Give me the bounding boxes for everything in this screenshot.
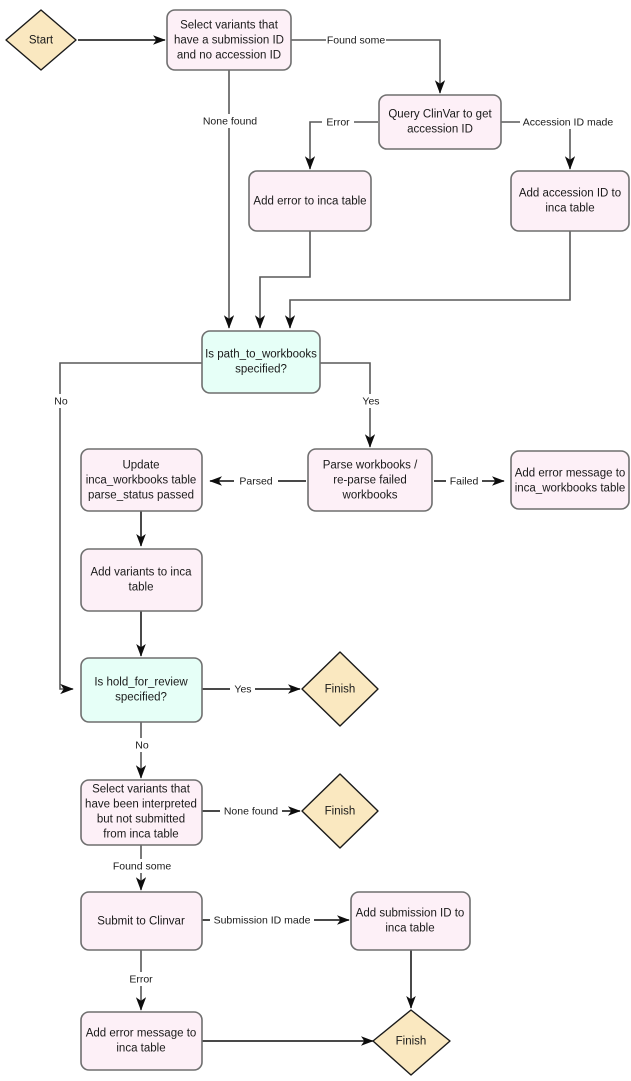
is-hold-shape — [80, 657, 203, 723]
add-err-inca2-shape — [80, 1011, 203, 1071]
add-accession-line-2: inca table — [545, 203, 594, 215]
edge-label-found-some-2: Found some — [113, 860, 172, 872]
select-interp-line-3: but not submitted — [97, 814, 185, 826]
edge-label-failed: Failed — [450, 475, 479, 487]
node-select-interpreted[interactable]: Select variants that have been interpret… — [80, 779, 203, 846]
is-path-shape — [201, 330, 321, 394]
add-submission-shape — [350, 891, 471, 951]
add-err-inca2-line-2: inca table — [116, 1043, 165, 1055]
add-err-wb-line-2: inca_workbooks table — [515, 483, 626, 495]
add-variants-line-2: table — [129, 582, 154, 594]
edge-label-error-1: Error — [326, 116, 350, 128]
edge-label-none-found-2: None found — [224, 805, 278, 817]
node-select-variants[interactable]: Select variants that have a submission I… — [166, 9, 292, 71]
submit-clinvar-line-1: Submit to Clinvar — [97, 916, 185, 928]
edge-label-none-found-1: None found — [203, 115, 257, 127]
select-interp-line-1: Select variants that — [92, 784, 191, 796]
update-wb-line-3: parse_status passed — [88, 490, 194, 502]
finish-end-label: Finish — [396, 1036, 427, 1048]
edge-label-error-2: Error — [129, 973, 153, 985]
is-path-line-1: Is path_to_workbooks — [205, 349, 317, 361]
update-wb-line-2: inca_workbooks table — [86, 475, 197, 487]
node-query-clinvar[interactable]: Query ClinVar to get accession ID — [378, 94, 502, 150]
is-hold-line-2: specified? — [115, 692, 167, 704]
edge-select-variants-to-query-clinvar — [291, 39, 446, 94]
node-finish-hold[interactable]: Finish — [301, 651, 379, 727]
node-submit-to-clinvar[interactable]: Submit to Clinvar — [80, 891, 203, 951]
edge-is-path-no-to-is-hold — [59, 362, 202, 695]
node-is-path-to-workbooks[interactable]: Is path_to_workbooks specified? — [201, 330, 321, 394]
add-err-wb-line-1: Add error message to — [515, 468, 626, 480]
add-variants-shape — [80, 548, 203, 612]
add-variants-line-1: Add variants to inca — [90, 567, 192, 579]
query-clinvar-shape — [378, 94, 502, 150]
edge-label-accession-id-made: Accession ID made — [523, 116, 614, 128]
is-hold-line-1: Is hold_for_review — [94, 677, 188, 689]
node-add-error-message-workbooks[interactable]: Add error message to inca_workbooks tabl… — [510, 450, 630, 510]
select-variants-line-3: and no accession ID — [177, 50, 281, 62]
node-add-accession-id[interactable]: Add accession ID to inca table — [510, 170, 630, 232]
node-parse-workbooks[interactable]: Parse workbooks / re-parse failed workbo… — [307, 448, 433, 512]
finish-none-label: Finish — [325, 806, 356, 818]
edge-label-no-2: No — [135, 739, 149, 751]
edge-add-error-to-is-path — [254, 231, 311, 329]
add-err-wb-shape — [510, 450, 630, 510]
add-submission-line-2: inca table — [385, 923, 434, 935]
node-add-submission-id[interactable]: Add submission ID to inca table — [350, 891, 471, 951]
finish-hold-label: Finish — [325, 684, 356, 696]
edge-add-accession-to-is-path — [284, 231, 571, 329]
add-err-inca2-line-1: Add error message to — [86, 1028, 197, 1040]
add-submission-line-1: Add submission ID to — [356, 908, 465, 920]
edge-label-no-1: No — [54, 395, 68, 407]
node-finish-end[interactable]: Finish — [372, 1009, 451, 1076]
node-add-error-to-inca-table[interactable]: Add error to inca table — [248, 170, 372, 232]
flowchart-svg: Start Select variants that have a submis… — [5, 9, 630, 1076]
node-update-inca-workbooks[interactable]: Update inca_workbooks table parse_status… — [80, 448, 203, 512]
add-accession-line-1: Add accession ID to — [519, 188, 621, 200]
node-add-error-message-inca[interactable]: Add error message to inca table — [80, 1011, 203, 1071]
start-label: Start — [29, 35, 54, 47]
query-clinvar-line-1: Query ClinVar to get — [388, 109, 492, 121]
node-start[interactable]: Start — [5, 9, 77, 71]
select-interp-line-2: have been interpreted — [85, 799, 197, 811]
select-interp-line-4: from inca table — [103, 829, 178, 841]
flowchart-canvas: Start Select variants that have a submis… — [0, 0, 631, 1081]
edge-query-clinvar-to-add-accession — [501, 121, 576, 170]
add-error-inca-line-1: Add error to inca table — [253, 196, 366, 208]
edge-label-found-some-1: Found some — [327, 34, 386, 46]
edge-label-submission-id-made: Submission ID made — [214, 914, 311, 926]
is-path-line-2: specified? — [235, 364, 287, 376]
update-wb-line-1: Update — [122, 460, 159, 472]
add-accession-shape — [510, 170, 630, 232]
edge-query-clinvar-to-add-error — [304, 121, 378, 170]
edge-label-parsed: Parsed — [239, 475, 272, 487]
node-add-variants[interactable]: Add variants to inca table — [80, 548, 203, 612]
parse-wb-line-2: re-parse failed — [333, 475, 407, 487]
select-variants-line-1: Select variants that — [180, 20, 279, 32]
node-is-hold-for-review[interactable]: Is hold_for_review specified? — [80, 657, 203, 723]
parse-wb-line-1: Parse workbooks / — [323, 460, 418, 472]
node-finish-none-found[interactable]: Finish — [301, 773, 379, 849]
select-variants-line-2: have a submission ID — [174, 35, 284, 47]
parse-wb-line-3: workbooks — [342, 490, 398, 502]
edge-label-yes-1: Yes — [362, 395, 379, 407]
edge-label-yes-2: Yes — [234, 683, 251, 695]
query-clinvar-line-2: accession ID — [407, 124, 473, 136]
